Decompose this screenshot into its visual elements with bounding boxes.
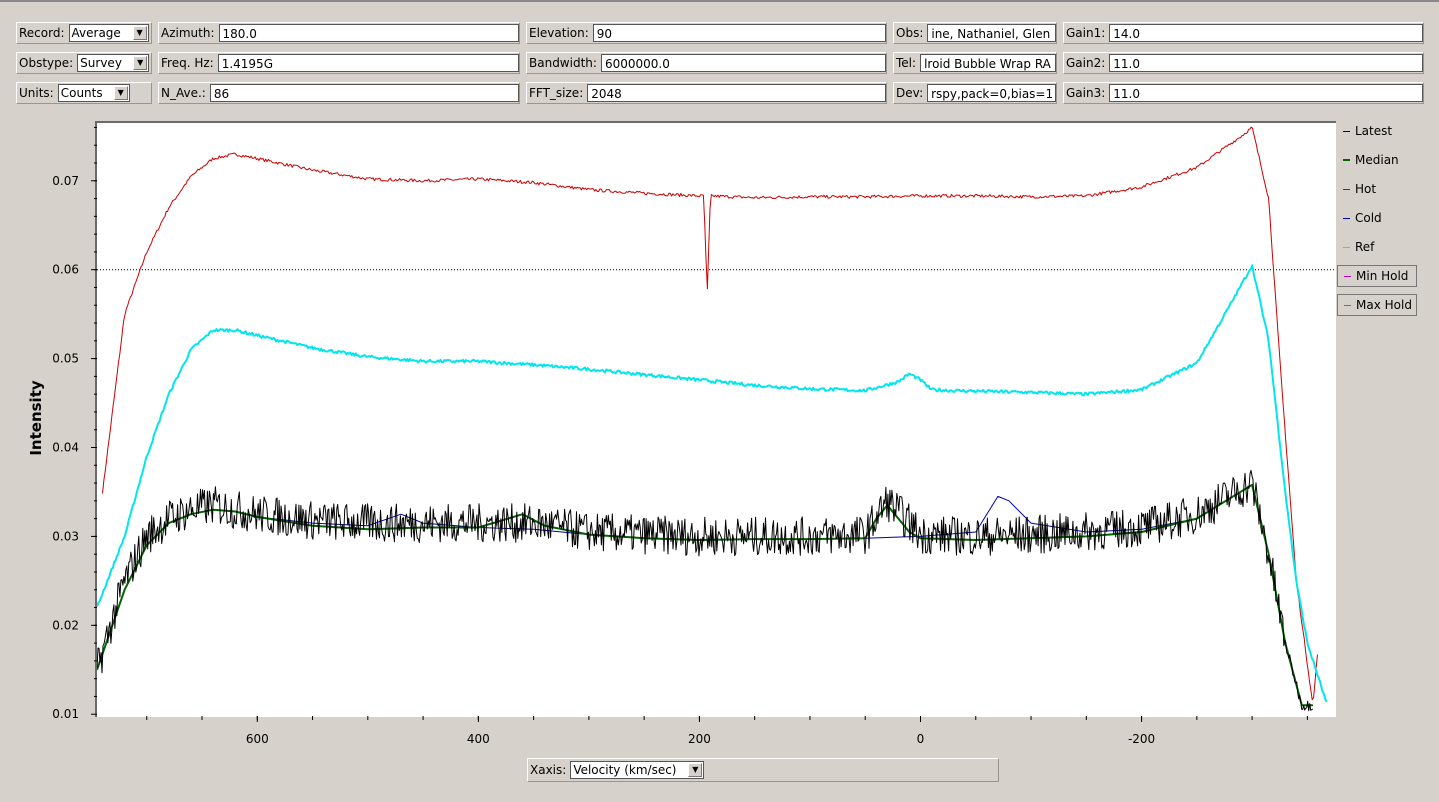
spectrum-chart: 0.01 0.02 0.03 0.04 0.05 0.06 0.07 600 400 200 0 -2… [52, 126, 1335, 746]
y-axis-label: Intensity [27, 380, 45, 456]
y-tick-label: 0.02 [52, 618, 79, 632]
y-tick-label: 0.04 [52, 441, 79, 455]
chevron-down-icon[interactable]: ▼ [688, 763, 703, 777]
series-latest [97, 469, 1314, 712]
x-tick-label: 0 [917, 732, 925, 746]
series-ref [97, 264, 1328, 703]
legend-swatch [1343, 246, 1350, 248]
series-hot [102, 126, 1318, 701]
x-tick-label: 200 [688, 732, 711, 746]
xaxis-value: Velocity (km/sec) [573, 763, 677, 777]
legend-label: Min Hold [1356, 269, 1409, 283]
legend-label: Ref [1355, 240, 1375, 254]
xaxis-select[interactable]: Velocity (km/sec) ▼ [570, 761, 705, 779]
legend-swatch [1343, 130, 1350, 132]
legend-swatch [1344, 275, 1351, 277]
x-tick-label: -200 [1128, 732, 1155, 746]
legend-swatch [1343, 217, 1350, 219]
legend-item: Median [1337, 149, 1417, 171]
y-tick-label: 0.05 [52, 352, 79, 366]
legend-label: Cold [1355, 211, 1382, 225]
y-tick-label: 0.01 [52, 707, 79, 721]
legend-swatch [1343, 159, 1350, 161]
legend-swatch [1344, 304, 1351, 306]
y-tick-label: 0.03 [52, 529, 79, 543]
legend-swatch [1343, 188, 1350, 190]
legend-item: Ref [1337, 236, 1417, 258]
legend-item: Cold [1337, 207, 1417, 229]
legend-item[interactable]: Min Hold [1337, 265, 1417, 287]
legend: Latest Median Hot Cold Ref Min Hold Max Hold [1337, 120, 1417, 323]
legend-label: Median [1355, 153, 1399, 167]
legend-item[interactable]: Max Hold [1337, 294, 1417, 316]
legend-item: Latest [1337, 120, 1417, 142]
legend-label: Hot [1355, 182, 1377, 196]
legend-label: Max Hold [1356, 298, 1412, 312]
xaxis-label: Xaxis: [530, 763, 567, 777]
xaxis-control: Xaxis: Velocity (km/sec) ▼ [527, 758, 999, 782]
x-tick-label: 400 [467, 732, 490, 746]
legend-item: Hot [1337, 178, 1417, 200]
y-tick-label: 0.06 [52, 263, 79, 277]
x-tick-label: 600 [246, 732, 269, 746]
y-tick-label: 0.07 [52, 174, 79, 188]
legend-label: Latest [1355, 124, 1393, 138]
